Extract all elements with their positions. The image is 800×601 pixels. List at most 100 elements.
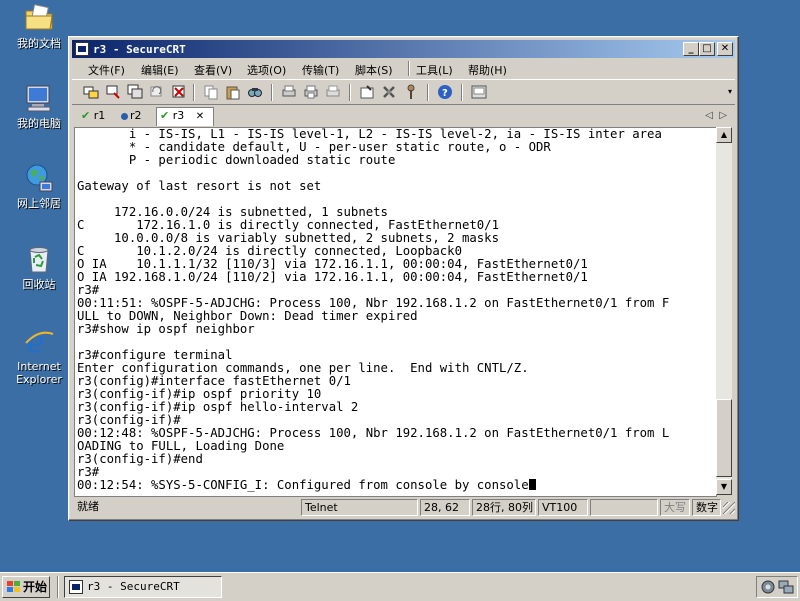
status-blank bbox=[590, 499, 658, 516]
status-cursor-position: 28, 62 bbox=[420, 499, 470, 516]
scroll-down-icon[interactable]: ▼ bbox=[716, 479, 732, 495]
terminal-cursor bbox=[528, 479, 536, 490]
tab-r2[interactable]: r2 bbox=[118, 108, 156, 125]
desktop-icon-my-documents[interactable]: 我的文档 bbox=[4, 2, 74, 50]
tray-shield-icon[interactable] bbox=[760, 579, 776, 595]
terminal-line: Gateway of last resort is not set bbox=[77, 179, 322, 193]
tray-network-icon[interactable] bbox=[778, 579, 794, 595]
minimize-button[interactable]: _ bbox=[683, 42, 699, 56]
print-icon[interactable] bbox=[281, 84, 297, 100]
securecrt-app-icon[interactable] bbox=[75, 42, 89, 56]
internet-explorer-icon: e bbox=[23, 325, 55, 360]
desktop-icon-internet-explorer[interactable]: e Internet Explorer bbox=[4, 325, 74, 386]
terminal-line: 10.0.0.0/8 is variably subnetted, 2 subn… bbox=[77, 231, 499, 245]
keymap-icon[interactable] bbox=[403, 84, 419, 100]
menu-tools[interactable]: 工具(L) bbox=[416, 62, 453, 78]
desktop-icon-my-computer[interactable]: 我的电脑 bbox=[4, 82, 74, 130]
window-title: r3 - SecureCRT bbox=[93, 43, 186, 56]
terminal-line: r3(config-if)#end bbox=[77, 452, 203, 466]
desktop-icon-label: Internet Explorer bbox=[16, 360, 62, 386]
network-globe-icon bbox=[23, 162, 55, 194]
disconnect-icon[interactable] bbox=[171, 84, 187, 100]
copy-icon[interactable] bbox=[203, 84, 219, 100]
toolbar-separator bbox=[461, 84, 463, 101]
toolbar: ? ▾ bbox=[72, 79, 735, 105]
tab-close-icon[interactable]: ✕ bbox=[196, 111, 204, 122]
quick-connect-icon[interactable] bbox=[105, 84, 121, 100]
terminal-line: r3# bbox=[77, 465, 100, 479]
menu-edit[interactable]: 编辑(E) bbox=[141, 62, 179, 78]
desktop-icon-recycle-bin[interactable]: 回收站 bbox=[4, 243, 74, 291]
svg-text:e: e bbox=[27, 325, 45, 357]
help-icon[interactable]: ? bbox=[437, 84, 453, 100]
tab-label: r1 bbox=[93, 109, 106, 122]
terminal-line: r3# bbox=[77, 283, 100, 297]
taskbar-item-securecrt[interactable]: r3 - SecureCRT bbox=[64, 576, 222, 598]
menu-file[interactable]: 文件(F) bbox=[88, 62, 125, 78]
status-ready: 就绪 bbox=[77, 500, 99, 513]
terminal-line: ULL to DOWN, Neighbor Down: Dead timer e… bbox=[77, 309, 418, 323]
reconnect-icon[interactable] bbox=[149, 84, 165, 100]
paste-icon[interactable] bbox=[225, 84, 241, 100]
tab-r3[interactable]: ✔ r3 ✕ bbox=[156, 107, 214, 126]
find-icon[interactable] bbox=[247, 84, 263, 100]
start-button[interactable]: 开始 bbox=[2, 576, 50, 598]
print-selection-icon[interactable] bbox=[303, 84, 319, 100]
desktop-icon-network[interactable]: 网上邻居 bbox=[4, 162, 74, 210]
terminal-line: i - IS-IS, L1 - IS-IS level-1, L2 - IS-I… bbox=[77, 127, 662, 141]
terminal-line: 00:12:54: %SYS-5-CONFIG_I: Configured fr… bbox=[77, 478, 529, 492]
terminal-line: * - candidate default, U - per-user stat… bbox=[77, 140, 551, 154]
tab-scroll-left-icon[interactable]: ◁ bbox=[705, 110, 713, 121]
connected-check-icon: ✔ bbox=[81, 109, 91, 122]
window-titlebar[interactable]: r3 - SecureCRT _ □ ✕ bbox=[72, 40, 735, 58]
status-protocol: Telnet bbox=[301, 499, 418, 516]
menu-options[interactable]: 选项(O) bbox=[247, 62, 286, 78]
system-tray bbox=[756, 576, 798, 598]
menu-script[interactable]: 脚本(S) bbox=[355, 62, 393, 78]
desktop-icon-label: 我的文档 bbox=[17, 37, 61, 50]
terminal-line: r3(config-if)#ip ospf priority 10 bbox=[77, 387, 322, 401]
scrollbar-thumb[interactable] bbox=[716, 399, 732, 477]
connected-check-icon: ✔ bbox=[160, 109, 170, 122]
terminal-line: 00:11:51: %OSPF-5-ADJCHG: Process 100, N… bbox=[77, 296, 670, 310]
global-options-icon[interactable] bbox=[381, 84, 397, 100]
close-button[interactable]: ✕ bbox=[717, 42, 733, 56]
toolbar-separator bbox=[193, 84, 195, 101]
securecrt-window: r3 - SecureCRT _ □ ✕ 文件(F) 编辑(E) 查看(V) 选… bbox=[68, 36, 739, 521]
menu-transfer[interactable]: 传输(T) bbox=[302, 62, 339, 78]
connect-icon[interactable] bbox=[83, 84, 99, 100]
windows-logo-icon bbox=[7, 581, 21, 593]
desktop-icon-label: 回收站 bbox=[22, 278, 56, 291]
session-options-icon[interactable] bbox=[359, 84, 375, 100]
session-status-icon bbox=[121, 112, 128, 120]
terminal-scrollbar[interactable]: ▲ ▼ bbox=[716, 127, 732, 495]
tab-r1[interactable]: ✔ r1 bbox=[78, 108, 116, 125]
taskbar-separator bbox=[57, 576, 59, 598]
svg-text:?: ? bbox=[442, 88, 448, 99]
print-screen-icon[interactable] bbox=[325, 84, 341, 100]
terminal-line: OADING to FULL, Loading Done bbox=[77, 439, 285, 453]
terminal-line: C 10.1.2.0/24 is directly connected, Loo… bbox=[77, 244, 462, 258]
toolbar-overflow-chevron-icon[interactable]: ▾ bbox=[728, 88, 732, 96]
terminal-line: O IA 192.168.1.0/24 [110/2] via 172.16.1… bbox=[77, 270, 588, 284]
scroll-up-icon[interactable]: ▲ bbox=[716, 127, 732, 143]
resize-grip-icon[interactable] bbox=[723, 502, 735, 514]
desktop-icon-label: 我的电脑 bbox=[17, 117, 61, 130]
tab-label: r3 bbox=[172, 109, 185, 122]
session-tabbar: ✔ r1 r2 ✔ r3 ✕ ◁ ▷ bbox=[72, 106, 735, 126]
taskbar-item-label: r3 - SecureCRT bbox=[87, 580, 180, 593]
status-caps-lock: 大写 bbox=[660, 499, 690, 516]
securecrt-app-icon bbox=[69, 580, 83, 594]
connect-tab-icon[interactable] bbox=[127, 84, 143, 100]
terminal-line: r3#show ip ospf neighbor bbox=[77, 322, 255, 336]
maximize-button[interactable]: □ bbox=[699, 42, 715, 56]
recycle-bin-icon bbox=[23, 243, 55, 275]
tab-scroll-right-icon[interactable]: ▷ bbox=[719, 110, 727, 121]
menu-help[interactable]: 帮助(H) bbox=[468, 62, 507, 78]
terminal-view[interactable]: i - IS-IS, L1 - IS-IS level-1, L2 - IS-I… bbox=[74, 127, 717, 497]
terminal-line: r3(config-if)#ip ospf hello-interval 2 bbox=[77, 400, 359, 414]
computer-icon bbox=[23, 82, 55, 114]
about-icon[interactable] bbox=[471, 84, 487, 100]
menu-view[interactable]: 查看(V) bbox=[194, 62, 232, 78]
start-label: 开始 bbox=[23, 580, 48, 594]
